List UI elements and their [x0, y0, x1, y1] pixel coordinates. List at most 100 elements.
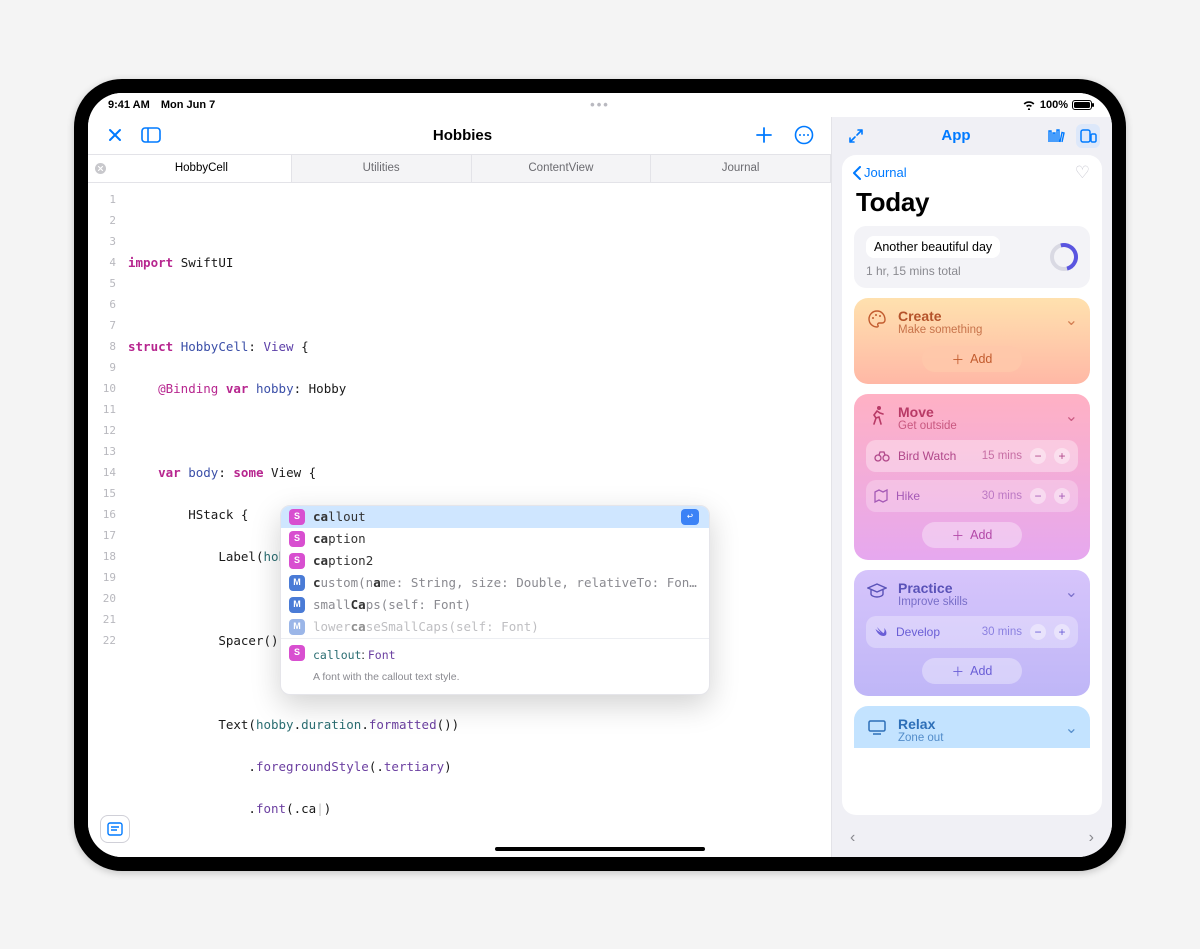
back-label: Journal [864, 165, 907, 180]
tab-journal[interactable]: Journal [651, 155, 831, 182]
item-duration: 30 mins [982, 626, 1022, 638]
page-title: Today [842, 183, 1102, 226]
expand-icon[interactable] [844, 124, 868, 148]
add-icon[interactable] [751, 122, 777, 148]
hobby-item[interactable]: Bird Watch 15 mins − + [866, 440, 1078, 472]
card-title: Create [898, 308, 982, 324]
autocomplete-item[interactable]: S callout ↩ [281, 506, 709, 528]
hobby-card-move[interactable]: Move Get outside ⌄ Bird Watch 15 mins − [854, 394, 1090, 560]
tab-contentview[interactable]: ContentView [472, 155, 652, 182]
preview-pane: App Journal [832, 117, 1112, 857]
card-subtitle: Zone out [898, 732, 943, 744]
next-icon[interactable]: › [1089, 829, 1094, 847]
chevron-down-icon[interactable]: ⌄ [1065, 310, 1078, 330]
preview-title: App [868, 127, 1044, 144]
minus-icon[interactable]: − [1030, 488, 1046, 504]
item-name: Hike [896, 489, 920, 503]
editor-toolbar: Hobbies [88, 117, 831, 155]
preview-toolbar: App [832, 117, 1112, 155]
status-date: Mon Jun 7 [161, 99, 215, 111]
ipad-screen: 9:41 AM Mon Jun 7 ••• 100% [88, 93, 1112, 857]
plus-icon: ＋ [952, 661, 965, 680]
preview-mode-icon[interactable] [1076, 124, 1100, 148]
favorite-icon[interactable]: ♡ [1075, 163, 1090, 183]
autocomplete-popup[interactable]: S callout ↩ S caption S caption2 [280, 505, 710, 695]
card-title: Move [898, 404, 957, 420]
swift-icon [874, 625, 888, 639]
wifi-icon [1022, 99, 1036, 110]
battery-percent: 100% [1040, 99, 1068, 111]
item-name: Develop [896, 625, 940, 639]
code-editor[interactable]: 12345678910111213141516171819202122 impo… [88, 183, 831, 857]
close-icon[interactable] [102, 122, 128, 148]
editor-title: Hobbies [174, 127, 751, 144]
chevron-down-icon[interactable]: ⌄ [1065, 582, 1078, 602]
return-key-icon: ↩ [681, 509, 699, 525]
plus-icon[interactable]: + [1054, 624, 1070, 640]
autocomplete-item[interactable]: S caption2 [281, 550, 709, 572]
status-bar: 9:41 AM Mon Jun 7 ••• 100% [88, 93, 1112, 117]
autocomplete-item[interactable]: S caption [281, 528, 709, 550]
walk-icon [866, 404, 888, 426]
kind-badge-method: M [289, 575, 305, 591]
hobby-item[interactable]: Hike 30 mins − + [866, 480, 1078, 512]
autocomplete-item[interactable]: M smallCaps(self: Font) [281, 594, 709, 616]
back-button[interactable]: Journal [852, 165, 907, 180]
hobby-card-practice[interactable]: Practice Improve skills ⌄ Develop 30 min… [854, 570, 1090, 696]
more-icon[interactable] [791, 122, 817, 148]
editor-pane: Hobbies HobbyCell Util [88, 117, 832, 857]
kind-badge-static: S [289, 645, 305, 661]
preview-nav: ‹ › [832, 825, 1112, 857]
graduation-cap-icon [866, 580, 888, 602]
card-subtitle: Improve skills [898, 596, 968, 608]
status-time: 9:41 AM [108, 99, 150, 111]
hobby-card-relax[interactable]: Relax Zone out ⌄ [854, 706, 1090, 748]
kind-badge-static: S [289, 553, 305, 569]
home-indicator[interactable] [495, 847, 705, 851]
minus-icon[interactable]: − [1030, 448, 1046, 464]
kind-badge-static: S [289, 531, 305, 547]
chevron-down-icon[interactable]: ⌄ [1065, 406, 1078, 426]
hobby-card-create[interactable]: Create Make something ⌄ ＋Add [854, 298, 1090, 384]
add-button[interactable]: ＋Add [922, 658, 1022, 684]
tv-icon [866, 716, 888, 738]
editor-tabs: HobbyCell Utilities ContentView Journal [88, 155, 831, 183]
tab-utilities[interactable]: Utilities [292, 155, 472, 182]
autocomplete-item[interactable]: M lowercaseSmallCaps(self: Font) [281, 616, 709, 638]
kind-badge-method: M [289, 597, 305, 613]
line-gutter: 12345678910111213141516171819202122 [88, 183, 124, 857]
library-icon[interactable] [1044, 124, 1068, 148]
summary-subtitle: 1 hr, 15 mins total [866, 264, 1040, 278]
palette-icon [866, 308, 888, 330]
prev-icon[interactable]: ‹ [850, 829, 855, 847]
hobby-item[interactable]: Develop 30 mins − + [866, 616, 1078, 648]
item-name: Bird Watch [898, 449, 956, 463]
multitask-dots-icon[interactable]: ••• [590, 97, 610, 112]
chevron-down-icon[interactable]: ⌄ [1065, 718, 1078, 738]
battery-icon [1072, 100, 1092, 110]
card-subtitle: Make something [898, 324, 982, 336]
minimap-toggle-icon[interactable] [100, 815, 130, 843]
summary-tag: Another beautiful day [866, 236, 1000, 258]
add-button[interactable]: ＋Add [922, 522, 1022, 548]
autocomplete-item[interactable]: M custom(name: String, size: Double, rel… [281, 572, 709, 594]
binoculars-icon [874, 450, 890, 462]
map-icon [874, 489, 888, 503]
card-subtitle: Get outside [898, 420, 957, 432]
progress-ring-icon [1050, 243, 1078, 271]
minus-icon[interactable]: − [1030, 624, 1046, 640]
autocomplete-doc: S callout: Font A font with the callout … [281, 638, 709, 694]
add-button[interactable]: ＋Add [922, 346, 1022, 372]
kind-badge-static: S [289, 509, 305, 525]
summary-card[interactable]: Another beautiful day 1 hr, 15 mins tota… [854, 226, 1090, 288]
item-duration: 15 mins [982, 450, 1022, 462]
preview-card: Journal ♡ Today Another beautiful day 1 … [842, 155, 1102, 815]
tab-close-icon[interactable] [88, 155, 112, 182]
card-title: Relax [898, 716, 943, 732]
card-title: Practice [898, 580, 968, 596]
tab-hobbycell[interactable]: HobbyCell [112, 155, 292, 182]
plus-icon[interactable]: + [1054, 488, 1070, 504]
plus-icon[interactable]: + [1054, 448, 1070, 464]
sidebar-toggle-icon[interactable] [138, 122, 164, 148]
ipad-frame: 9:41 AM Mon Jun 7 ••• 100% [74, 79, 1126, 871]
